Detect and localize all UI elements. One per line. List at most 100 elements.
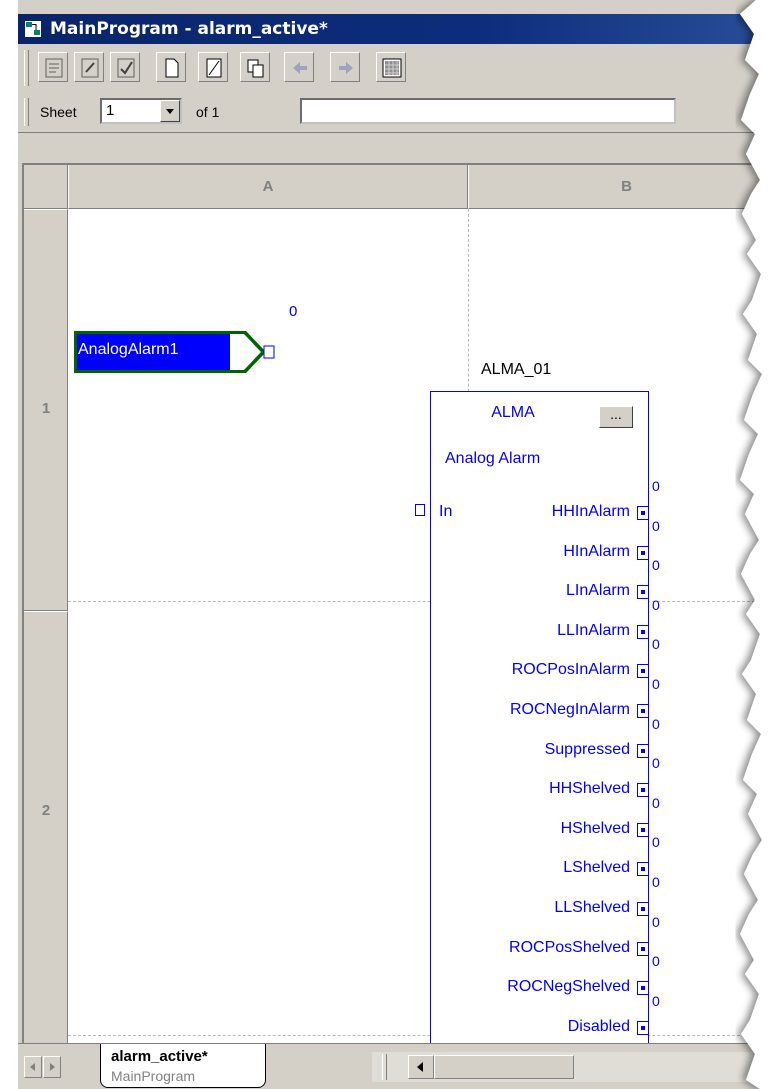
scrollbar-thumb[interactable]	[434, 1055, 574, 1079]
output-pin-value: 0	[652, 596, 660, 613]
grid-icon	[382, 58, 402, 78]
tab-program-name: MainProgram	[111, 1068, 196, 1084]
output-pin-label: Suppressed	[544, 740, 630, 758]
input-reference-label: AnalogAlarm1	[78, 341, 179, 358]
new-sheet-button[interactable]	[156, 52, 186, 82]
new-sheet-icon	[165, 58, 179, 78]
verify-icon	[117, 58, 135, 78]
output-pin-label: LLInAlarm	[557, 621, 630, 639]
output-pin-value: 0	[652, 715, 660, 732]
output-pin-value: 0	[652, 953, 660, 970]
grid-toggle-button[interactable]	[376, 52, 406, 82]
toolbar-grip[interactable]	[24, 50, 29, 86]
output-pin[interactable]	[637, 822, 649, 837]
sheet-tab-bar: alarm_active* MainProgram	[18, 1043, 783, 1089]
output-pin-value: 0	[652, 755, 660, 772]
function-block-description: Analog Alarm	[445, 450, 541, 467]
output-pin-value: 0	[652, 913, 660, 930]
output-pin[interactable]	[637, 664, 649, 679]
properties-button[interactable]	[38, 52, 68, 82]
output-pin-label: HHInAlarm	[551, 503, 630, 520]
sheet-grid[interactable]: AnalogAlarm1 0 ALMA_01 ALMA ... Analog A…	[68, 209, 783, 1046]
row-label-1: 1	[41, 400, 51, 417]
tab-alarm-active[interactable]: alarm_active* MainProgram	[100, 1044, 266, 1088]
output-pin[interactable]	[637, 743, 649, 758]
output-pin[interactable]	[637, 783, 649, 798]
toolbar-spacer	[18, 133, 783, 163]
input-pin-in[interactable]	[415, 504, 425, 516]
output-pin-label: LLShelved	[554, 899, 630, 916]
output-pin[interactable]	[637, 1020, 649, 1035]
output-pin-value: 0	[652, 676, 660, 692]
output-pin[interactable]	[637, 545, 649, 560]
copy-sheet-icon	[247, 59, 264, 78]
output-pin[interactable]	[637, 624, 649, 639]
arrow-left-icon	[417, 1062, 423, 1072]
previous-sheet-button[interactable]	[284, 52, 314, 82]
output-pin-label: HInAlarm	[563, 542, 630, 560]
tab-scroll-right-button[interactable]	[43, 1056, 61, 1078]
output-pin[interactable]	[637, 981, 649, 996]
output-pin[interactable]	[637, 585, 649, 600]
sheet-number-select[interactable]: 1	[100, 98, 182, 124]
output-pin-label: LShelved	[563, 859, 630, 877]
sheet-number-value: 1	[106, 102, 115, 119]
output-pin-value: 0	[652, 992, 660, 1009]
output-pin[interactable]	[637, 941, 649, 956]
delete-sheet-button[interactable]	[198, 52, 228, 82]
scrollbar-split-handle[interactable]	[382, 1054, 387, 1080]
chevron-down-icon	[166, 109, 174, 114]
tab-scroll-left-button[interactable]	[24, 1056, 42, 1078]
output-pin[interactable]	[637, 704, 649, 718]
tab-routine-name: alarm_active*	[111, 1048, 208, 1065]
fbd-sheet-canvas: A B 1 2 AnalogAlarm1 0 ALMA_01 ALMA ... …	[22, 163, 783, 1046]
output-pin-value: 0	[652, 517, 660, 534]
output-pin-label: ROCNegShelved	[507, 978, 630, 996]
verify-button[interactable]	[110, 52, 140, 82]
row-label-2: 2	[41, 802, 51, 819]
output-pin-label: ROCNegInAlarm	[509, 701, 630, 718]
sheet-label: Sheet	[40, 104, 77, 120]
edit-icon	[81, 58, 99, 78]
output-pin[interactable]	[637, 506, 649, 520]
function-block-type: ALMA	[491, 404, 535, 421]
output-pin-value: 0	[652, 557, 660, 574]
block-properties-button[interactable]: ...	[599, 406, 633, 428]
sheet-description-field[interactable]	[300, 98, 676, 124]
arrow-left-icon	[293, 62, 307, 74]
arrow-left-icon	[30, 1063, 35, 1071]
properties-icon	[45, 58, 63, 78]
output-pin-label: Disabled	[567, 1017, 630, 1035]
arrow-right-icon	[339, 62, 353, 74]
output-pin-label: ROCPosInAlarm	[511, 661, 630, 679]
output-pin-label: HHShelved	[549, 780, 630, 798]
scroll-left-button[interactable]	[408, 1055, 434, 1079]
edit-button[interactable]	[74, 52, 104, 82]
output-pin-value: 0	[652, 636, 660, 653]
horizontal-scrollbar[interactable]	[372, 1052, 783, 1082]
grid-corner	[24, 165, 68, 209]
delete-sheet-icon	[206, 58, 222, 78]
output-pin-label: HShelved	[560, 819, 630, 837]
sheet-count: of 1	[196, 104, 220, 120]
input-reference-tag[interactable]: AnalogAlarm1	[72, 329, 276, 375]
title-bar[interactable]: MainProgram - alarm_active*	[18, 14, 783, 44]
output-pin-value: 0	[652, 834, 660, 851]
sheetbar-grip[interactable]	[24, 98, 29, 126]
sheet-dropdown-button[interactable]	[160, 100, 180, 122]
column-header-a: A	[68, 165, 468, 209]
column-header-b: B	[468, 165, 783, 209]
copy-sheet-button[interactable]	[240, 52, 270, 82]
output-pin[interactable]	[637, 862, 649, 877]
row-divider	[68, 601, 783, 602]
routine-icon	[24, 20, 42, 38]
next-sheet-button[interactable]	[330, 52, 360, 82]
output-pin[interactable]	[637, 902, 649, 916]
function-block-name[interactable]: ALMA_01	[481, 361, 551, 379]
alma-function-block[interactable]: ALMA ... Analog Alarm In HHInAlarm HInAla…	[415, 391, 649, 1046]
output-pin-value: 0	[652, 874, 660, 890]
routine-editor-window: MainProgram - alarm_active* Sheet 1 of 1…	[0, 0, 783, 1089]
input-pin-label: In	[439, 503, 453, 520]
output-pin-value: 0	[652, 478, 660, 494]
input-reference-value: 0	[289, 303, 298, 320]
